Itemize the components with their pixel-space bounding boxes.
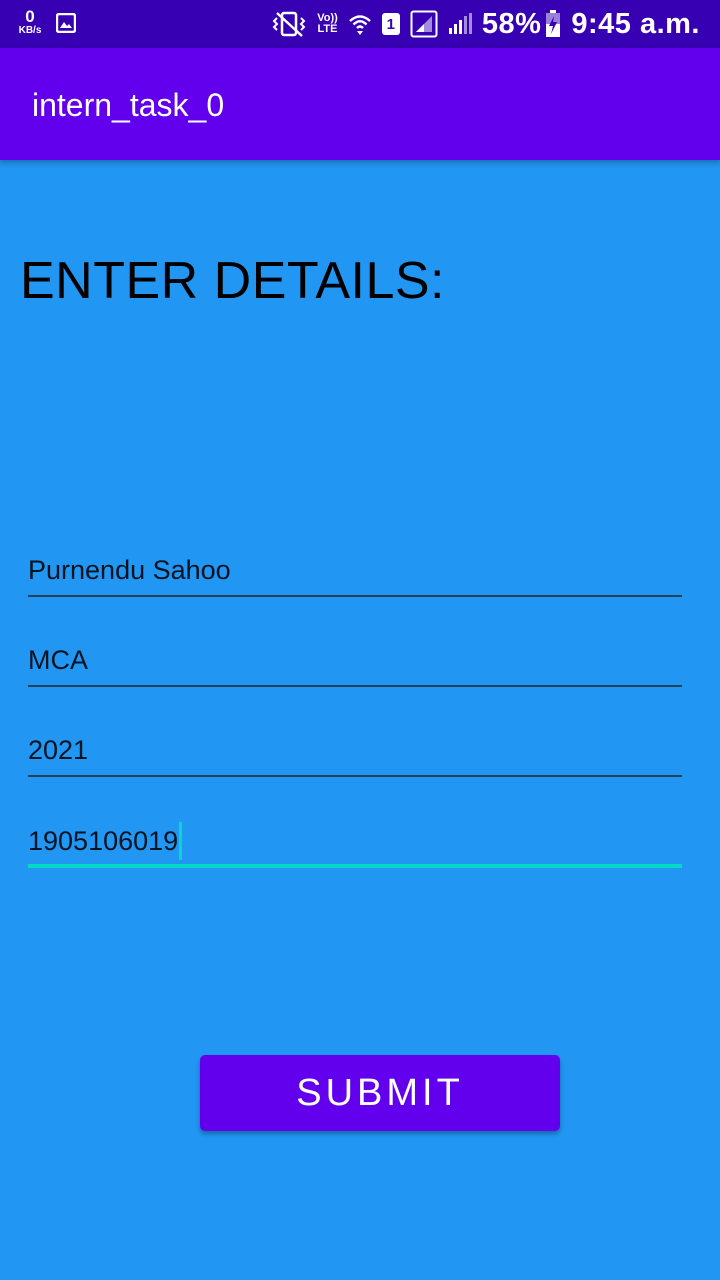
signal-icon <box>448 13 472 34</box>
submit-button[interactable]: SUBMIT <box>200 1055 560 1131</box>
battery-charging-icon <box>546 10 561 37</box>
year-field-underline <box>28 775 682 777</box>
network-speed-unit: KB/s <box>18 25 42 36</box>
sim-number: 1 <box>386 15 395 33</box>
name-field-value: Purnendu Sahoo <box>28 555 231 585</box>
vibrate-icon <box>272 11 306 37</box>
status-bar: 0 KB/s Vo)) LTE 1 58% 9:45 a.m. <box>0 0 720 48</box>
registration-number-field-text: 1905106019 <box>28 821 183 860</box>
network-speed: 0 KB/s <box>14 8 46 36</box>
app-title: intern_task_0 <box>32 87 225 123</box>
battery-percentage: 58% <box>481 7 542 40</box>
volte-bottom-label: LTE <box>317 23 338 35</box>
registration-number-field-value: 1905106019 <box>28 826 179 856</box>
signal-icon <box>410 10 438 38</box>
course-field-value: MCA <box>28 645 88 675</box>
network-speed-value: 0 <box>25 7 35 26</box>
name-field[interactable]: Purnendu Sahoo <box>28 547 682 597</box>
sim-icon: 1 <box>381 13 400 35</box>
volte-icon: Vo)) LTE <box>317 13 338 35</box>
app-bar: intern_task_0 <box>0 48 720 160</box>
clock: 9:45 a.m. <box>571 7 700 40</box>
year-field[interactable]: 2021 <box>28 727 682 777</box>
text-cursor <box>179 821 183 860</box>
registration-number-field-underline <box>28 864 682 868</box>
status-icons: Vo)) LTE 1 58% 9:45 a.m. <box>261 0 700 48</box>
wifi-icon <box>349 15 371 35</box>
form-heading: ENTER DETAILS: <box>20 252 446 310</box>
screen: 0 KB/s Vo)) LTE 1 58% 9:45 a.m. intern_t… <box>0 0 720 1280</box>
gallery-icon <box>56 13 76 33</box>
course-field[interactable]: MCA <box>28 637 682 687</box>
year-field-value: 2021 <box>28 735 89 765</box>
course-field-underline <box>28 685 682 687</box>
registration-number-field[interactable]: 1905106019 <box>28 818 682 868</box>
name-field-underline <box>28 595 682 597</box>
